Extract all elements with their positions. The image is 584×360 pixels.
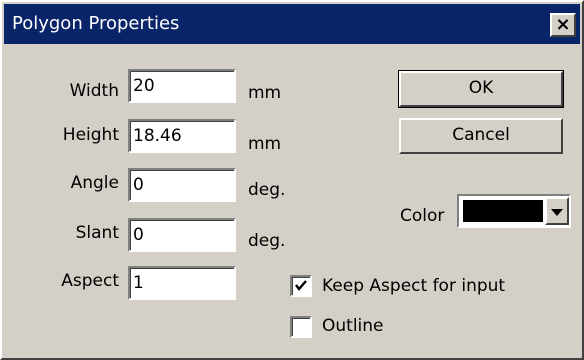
width-label: Width (69, 81, 119, 101)
keep-aspect-checkbox[interactable] (290, 275, 312, 297)
polygon-properties-dialog: Polygon Properties × Width mm Height mm … (0, 0, 584, 360)
height-unit: mm (248, 134, 282, 154)
aspect-label: Aspect (61, 271, 119, 291)
width-unit: mm (248, 83, 282, 103)
angle-field[interactable] (128, 168, 236, 202)
outline-checkbox[interactable] (290, 316, 312, 338)
slant-label: Slant (75, 223, 119, 243)
height-field[interactable] (128, 119, 236, 153)
chevron-down-icon (551, 209, 563, 216)
width-field[interactable] (128, 69, 236, 103)
height-label: Height (62, 125, 119, 145)
keep-aspect-label[interactable]: Keep Aspect for input (322, 275, 505, 297)
color-label: Color (400, 206, 445, 226)
color-select[interactable] (457, 194, 571, 228)
slant-field[interactable] (128, 218, 236, 252)
ok-button[interactable]: OK (398, 70, 564, 108)
color-dropdown-button[interactable] (545, 197, 569, 225)
slant-unit: deg. (248, 231, 286, 251)
cancel-button[interactable]: Cancel (399, 118, 563, 154)
close-icon: × (555, 14, 571, 35)
close-button[interactable]: × (550, 13, 576, 37)
angle-unit: deg. (248, 180, 286, 200)
window-title: Polygon Properties (12, 13, 180, 34)
aspect-field[interactable] (128, 266, 236, 300)
outline-label[interactable]: Outline (322, 315, 384, 337)
title-bar[interactable]: Polygon Properties × (4, 4, 580, 44)
color-swatch (463, 200, 543, 222)
checkmark-icon (295, 280, 307, 291)
angle-label: Angle (70, 173, 119, 193)
